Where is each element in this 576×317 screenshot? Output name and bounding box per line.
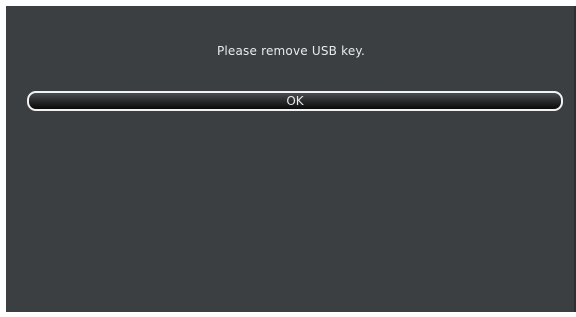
dialog-message: Please remove USB key.	[216, 44, 366, 58]
ok-button[interactable]: OK	[27, 91, 563, 111]
usb-removal-dialog: Please remove USB key. OK	[6, 6, 576, 312]
screen: Please remove USB key. OK	[0, 0, 576, 317]
